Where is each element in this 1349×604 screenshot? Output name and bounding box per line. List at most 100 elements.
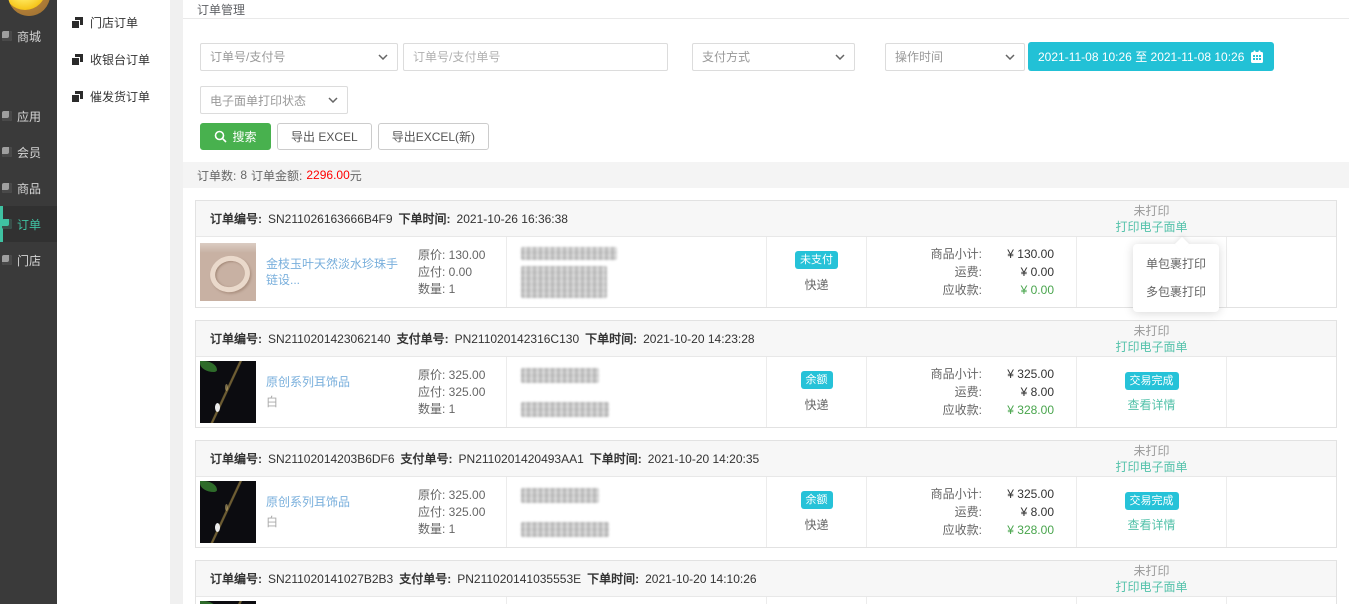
chevron-down-icon (378, 54, 388, 60)
quantity: 数量: 1 (418, 281, 485, 298)
view-detail-link[interactable]: 查看详情 (1127, 396, 1175, 413)
export-excel-new-button[interactable]: 导出EXCEL(新) (378, 123, 489, 150)
product-thumbnail[interactable] (200, 243, 256, 301)
subtotal-label: 商品小计: (931, 245, 982, 263)
order-card: 订单编号: SN211020141027B2B3 支付单号: PN2110201… (195, 560, 1337, 604)
sidebar-item[interactable]: 门店 (0, 242, 57, 278)
amount-due-value: ¥ 0.00 (982, 281, 1054, 299)
amount-due-label: 应收款: (943, 281, 982, 299)
order-time-label: 下单时间: (587, 572, 639, 586)
product-name-link[interactable]: 原创系列耳饰品 (266, 374, 406, 390)
subtotal-label: 商品小计: (931, 365, 982, 383)
order-card-body: 原创系列耳饰品 白 原价: 325.00 应付: 325.00 数量: 1 (196, 357, 1336, 427)
app-root: 商城 应用 会员 商品 订单 (0, 0, 1349, 604)
print-block: 未打印 打印电子面单 (1074, 563, 1229, 595)
order-no-value: SN2110201423062140 (268, 332, 391, 346)
view-detail-link[interactable]: 查看详情 (1127, 516, 1175, 533)
order-time-value: 2021-10-20 14:20:35 (648, 452, 759, 466)
print-state-select[interactable]: 电子面单打印状态 (200, 86, 348, 114)
print-waybill-link[interactable]: 打印电子面单 (1074, 579, 1229, 595)
time-type-value: 操作时间 (895, 48, 943, 65)
order-no-value: SN21102014203B6DF6 (268, 452, 395, 466)
order-card: 订单编号: SN21102014203B6DF6 支付单号: PN2110201… (195, 440, 1337, 548)
sidebar-item[interactable]: 商城 (0, 18, 57, 54)
buyer-cell (506, 357, 766, 427)
product-prices: 原价: 325.00 应付: 325.00 数量: 1 (418, 367, 485, 418)
product-variant: 白 (266, 513, 406, 530)
sidebar-item[interactable]: 会员 (0, 134, 57, 170)
submenu-item-label: 门店订单 (90, 14, 138, 31)
date-range-button[interactable]: 2021-11-08 10:26 至 2021-11-08 10:26 (1028, 42, 1274, 71)
sidebar-item-label: 商品 (17, 180, 41, 197)
product-variant: 白 (266, 393, 406, 410)
print-waybill-link[interactable]: 打印电子面单 (1074, 339, 1229, 355)
price-original: 原价: 325.00 (418, 367, 485, 384)
print-popup-item[interactable]: 单包裹打印 (1133, 250, 1219, 278)
print-block: 未打印 打印电子面单 (1074, 323, 1229, 355)
action-cell: 交易完成 查看详情 (1076, 357, 1226, 427)
export-excel-button[interactable]: 导出 EXCEL (277, 123, 372, 150)
pay-method-select[interactable]: 支付方式 (692, 43, 855, 71)
sidebar-item-label: 应用 (17, 108, 41, 125)
pay-no-value: PN211020142316C130 (455, 332, 580, 346)
order-amount-value: 2296.00 (306, 168, 349, 182)
order-no-type-value: 订单号/支付号 (210, 48, 285, 65)
order-time-label: 下单时间: (399, 212, 451, 226)
shipping-label: 运费: (955, 383, 982, 401)
status-cell: 余额 快递 (766, 597, 866, 604)
date-range-value: 2021-11-08 10:26 至 2021-11-08 10:26 (1038, 48, 1244, 65)
shipping-label: 运费: (955, 263, 982, 281)
shipping-label: 运费: (955, 503, 982, 521)
sidebar-item[interactable]: 订单 (0, 206, 57, 242)
order-no-value: SN211026163666B4F9 (268, 212, 393, 226)
product-name-link[interactable]: 原创系列耳饰品 (266, 494, 406, 510)
pay-method-value: 支付方式 (702, 48, 750, 65)
order-time-label: 下单时间: (590, 452, 642, 466)
order-amount-unit: 元 (350, 167, 362, 184)
sidebar-item[interactable]: 应用 (0, 98, 57, 134)
app-logo[interactable] (8, 0, 50, 16)
submenu-item[interactable]: 催发货订单 (57, 78, 170, 115)
totals-cell: 商品小计:¥ 130.00 运费:¥ 0.00 应收款:¥ 0.00 (866, 237, 1076, 307)
product-name-link[interactable]: 金枝玉叶天然淡水珍珠手链设... (266, 256, 406, 288)
price-payable: 应付: 325.00 (418, 504, 485, 521)
product-cell: 原创系列耳饰品 白 原价: 325.00 应付: 325.00 数量: 1 (196, 357, 506, 427)
price-original: 原价: 130.00 (418, 247, 485, 264)
status-cell: 余额 快递 (766, 357, 866, 427)
order-no-label: 订单编号: (210, 572, 262, 586)
pay-status-badge: 余额 (801, 371, 833, 389)
print-waybill-link[interactable]: 打印电子面单 (1074, 219, 1229, 235)
print-waybill-link[interactable]: 打印电子面单 (1074, 459, 1229, 475)
sidebar-item[interactable]: 商品 (0, 170, 57, 206)
product-thumbnail[interactable] (200, 361, 256, 423)
time-type-select[interactable]: 操作时间 (885, 43, 1025, 71)
submenu-item[interactable]: 门店订单 (57, 4, 170, 41)
print-state-value: 电子面单打印状态 (210, 92, 306, 109)
search-button[interactable]: 搜索 (200, 123, 271, 150)
chevron-down-icon (1005, 54, 1015, 60)
submenu-item[interactable]: 收银台订单 (57, 41, 170, 78)
order-summary-bar: 订单数: 8 订单金额: 2296.00元 (183, 162, 1349, 188)
status-cell: 余额 快递 (766, 477, 866, 547)
amount-due-label: 应收款: (943, 401, 982, 419)
order-time-value: 2021-10-20 14:10:26 (645, 572, 756, 586)
action-cell: 交易完成 查看详情 (1076, 477, 1226, 547)
product-thumbnail[interactable] (200, 481, 256, 543)
chevron-down-icon (328, 97, 338, 103)
redacted-buyer-name (521, 247, 617, 260)
menu-icon (2, 255, 12, 265)
order-card-body: 原创系列耳饰品 白 原价: 325.00 应付: 325.00 数量: 1 (196, 597, 1336, 604)
print-status-text: 未打印 (1074, 323, 1229, 339)
order-no-label: 订单编号: (210, 212, 262, 226)
empty-cell (1226, 237, 1336, 307)
pay-status-badge: 未支付 (795, 251, 838, 269)
subtotal-value: ¥ 325.00 (982, 485, 1054, 503)
order-submenu: 门店订单 收银台订单 催发货订单 (57, 0, 170, 604)
order-no-input[interactable] (403, 43, 668, 71)
print-status-text: 未打印 (1074, 203, 1229, 219)
empty-cell (1226, 477, 1336, 547)
order-no-type-select[interactable]: 订单号/支付号 (200, 43, 398, 71)
totals-cell: 商品小计:¥ 325.00 运费:¥ 8.00 应收款:¥ 328.00 (866, 477, 1076, 547)
order-card-header: 订单编号: SN211020141027B2B3 支付单号: PN2110201… (196, 561, 1336, 597)
print-popup-item[interactable]: 多包裹打印 (1133, 278, 1219, 306)
